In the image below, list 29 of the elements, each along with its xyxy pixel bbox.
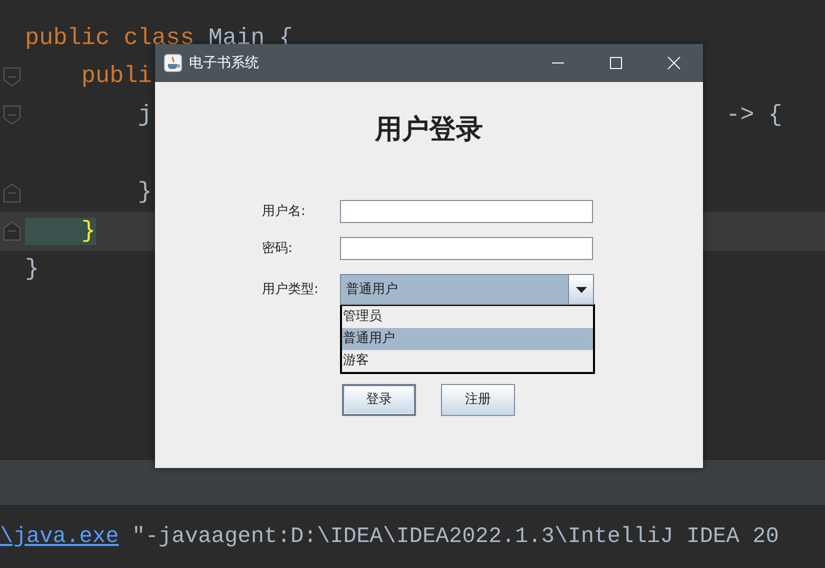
caret-icon [576,286,586,292]
input-field[interactable] [340,200,593,223]
dropdown-option[interactable]: 游客 [342,350,593,372]
input-field[interactable] [340,237,593,260]
window-title: 电子书系统 [189,54,259,72]
fold-marker-icon[interactable] [2,66,20,87]
fold-marker-icon[interactable] [2,221,20,242]
maximize-icon [609,56,623,70]
coffee-cup-icon [164,54,182,72]
fold-marker-icon[interactable] [2,182,20,203]
code-line: publi [80,65,152,89]
login-button[interactable]: 登录 [342,384,416,416]
login-heading: 用户登录 [374,113,484,147]
file-link[interactable]: \java.exe [0,524,119,548]
close-icon [667,56,681,70]
code-line: } [136,180,152,204]
minimize-icon [552,62,564,64]
dropdown-option[interactable]: 普通用户 [342,328,593,350]
dropdown-option[interactable]: 管理员 [342,306,593,328]
field-label: 用户类型: [262,280,320,299]
code-line: } [25,258,40,282]
field-label: 用户名: [262,202,306,221]
user-type-dropdown[interactable]: 普通用户 [340,274,594,305]
register-button[interactable]: 注册 [441,384,515,416]
console-output: \java.exe "-javaagent:D:\IDEA\IDEA2022.1.3\IntelliJ IDEA 20 [0,526,779,548]
code-text: -> { [726,104,782,128]
field-label: 密码: [262,240,294,258]
fold-marker-icon[interactable] [2,105,20,126]
code-line: j [136,104,152,128]
